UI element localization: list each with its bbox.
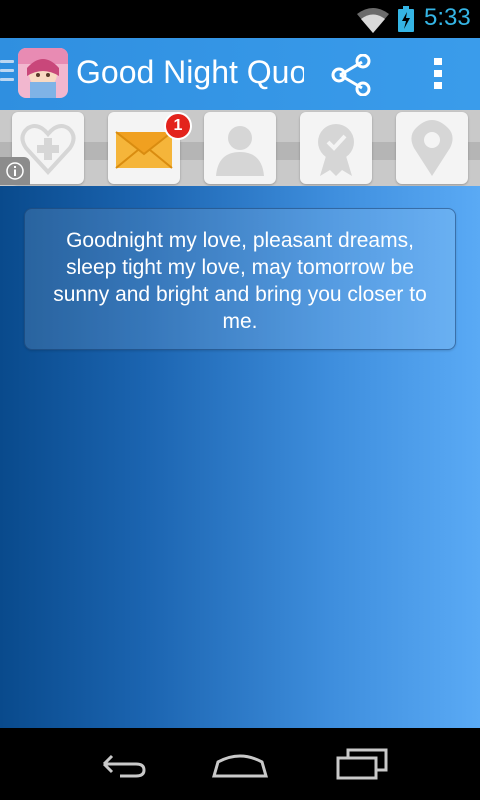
notification-badge: 1	[164, 112, 192, 140]
back-icon[interactable]	[90, 746, 150, 782]
action-bar: Good Night Quotes	[0, 38, 480, 110]
app-icon[interactable]	[18, 48, 68, 98]
battery-charging-icon	[398, 6, 414, 32]
wifi-icon	[357, 8, 389, 33]
quote-text: Goodnight my love, pleasant dreams, slee…	[53, 229, 427, 333]
app-title: Good Night Quotes	[76, 54, 304, 90]
overflow-menu-icon[interactable]	[426, 54, 450, 94]
quote-card[interactable]: Goodnight my love, pleasant dreams, slee…	[24, 208, 456, 350]
person-icon[interactable]	[204, 112, 276, 184]
share-icon[interactable]	[328, 54, 374, 96]
navigation-bar	[0, 728, 480, 800]
status-bar: 5:33	[0, 0, 480, 38]
ad-strip[interactable]	[0, 110, 480, 186]
location-pin-icon[interactable]	[396, 112, 468, 184]
clock: 5:33	[424, 4, 471, 31]
home-icon[interactable]	[210, 746, 270, 782]
recents-icon[interactable]	[332, 746, 392, 782]
info-icon[interactable]	[0, 157, 30, 185]
award-badge-icon[interactable]	[300, 112, 372, 184]
drawer-icon[interactable]	[0, 60, 14, 88]
content-area: Goodnight my love, pleasant dreams, slee…	[0, 186, 480, 728]
